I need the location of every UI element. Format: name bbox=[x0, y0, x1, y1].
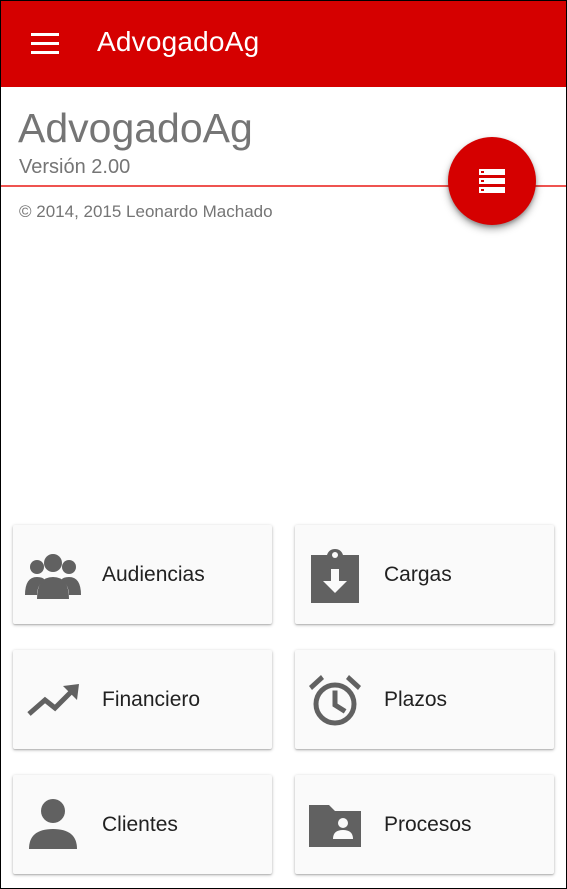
group-icon bbox=[25, 554, 81, 599]
person-icon bbox=[29, 799, 77, 849]
menu-card-audiencias[interactable]: Audiencias bbox=[13, 525, 272, 624]
menu-card-plazos[interactable]: Plazos bbox=[295, 650, 554, 749]
fab-button[interactable] bbox=[448, 137, 536, 225]
menu-icon[interactable] bbox=[29, 31, 61, 57]
menu-card-label: Audiencias bbox=[102, 563, 205, 586]
menu-card-label: Cargas bbox=[384, 563, 452, 586]
clipboard-download-icon bbox=[311, 549, 359, 603]
menu-card-clientes[interactable]: Clientes bbox=[13, 775, 272, 874]
app-bar-title: AdvogadoAg bbox=[97, 26, 260, 57]
menu-card-label: Plazos bbox=[384, 688, 448, 711]
menu-card-label: Clientes bbox=[102, 813, 178, 836]
menu-card-label: Financiero bbox=[102, 688, 201, 711]
folder-shared-icon bbox=[309, 805, 361, 847]
version-text: Versión 2.00 bbox=[19, 156, 131, 178]
menu-card-label: Procesos bbox=[384, 813, 472, 836]
list-view-icon bbox=[479, 169, 505, 193]
alarm-clock-icon bbox=[309, 675, 361, 726]
app-name-heading: AdvogadoAg bbox=[18, 105, 253, 151]
copyright-text: © 2014, 2015 Leonardo Machado bbox=[19, 202, 273, 221]
trending-up-icon bbox=[27, 684, 79, 716]
menu-card-financiero[interactable]: Financiero bbox=[13, 650, 272, 749]
app-bar: AdvogadoAg bbox=[1, 1, 566, 87]
app-screen: AdvogadoAg AdvogadoAg Versión 2.00 © 201… bbox=[0, 0, 567, 889]
menu-card-cargas[interactable]: Cargas bbox=[295, 525, 554, 624]
menu-card-procesos[interactable]: Procesos bbox=[295, 775, 554, 874]
